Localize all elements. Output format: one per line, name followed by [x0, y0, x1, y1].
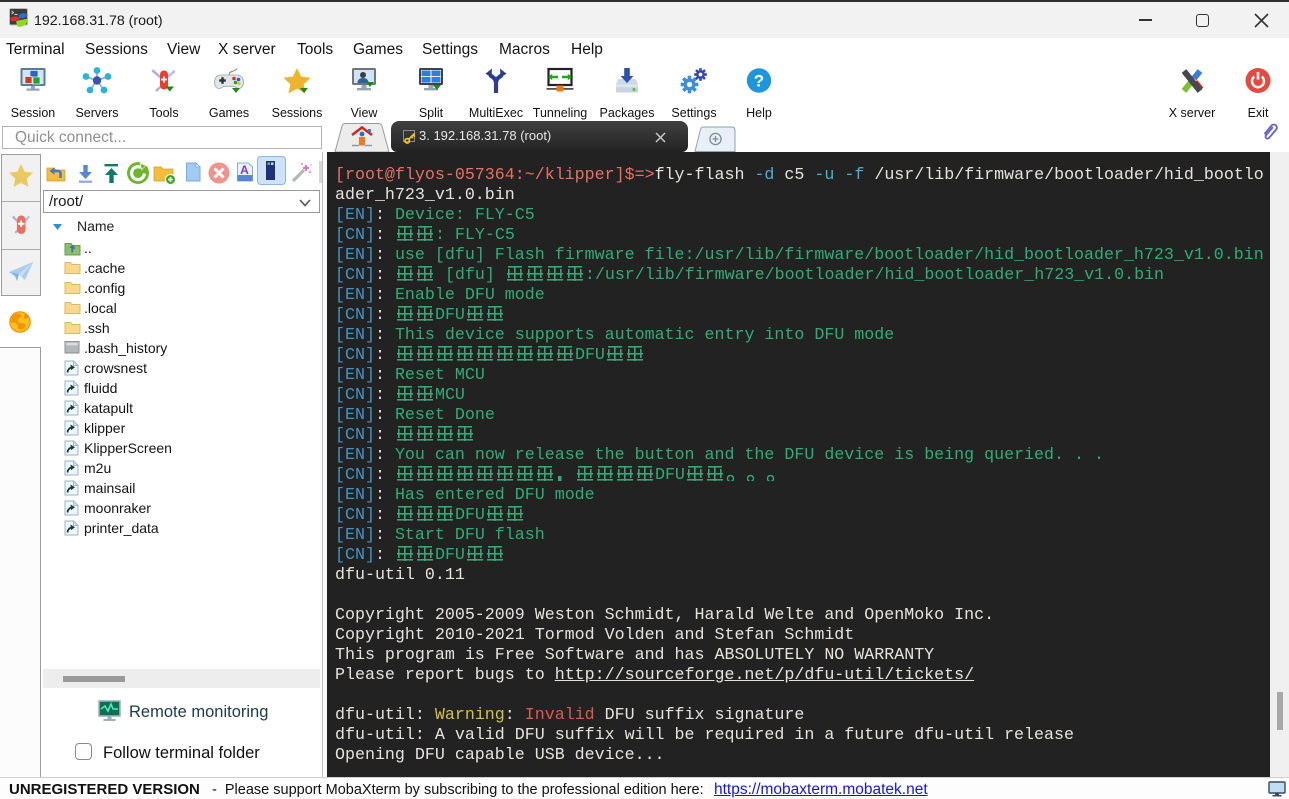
svg-text:A: A: [240, 163, 249, 177]
svg-text:?: ?: [754, 72, 764, 91]
